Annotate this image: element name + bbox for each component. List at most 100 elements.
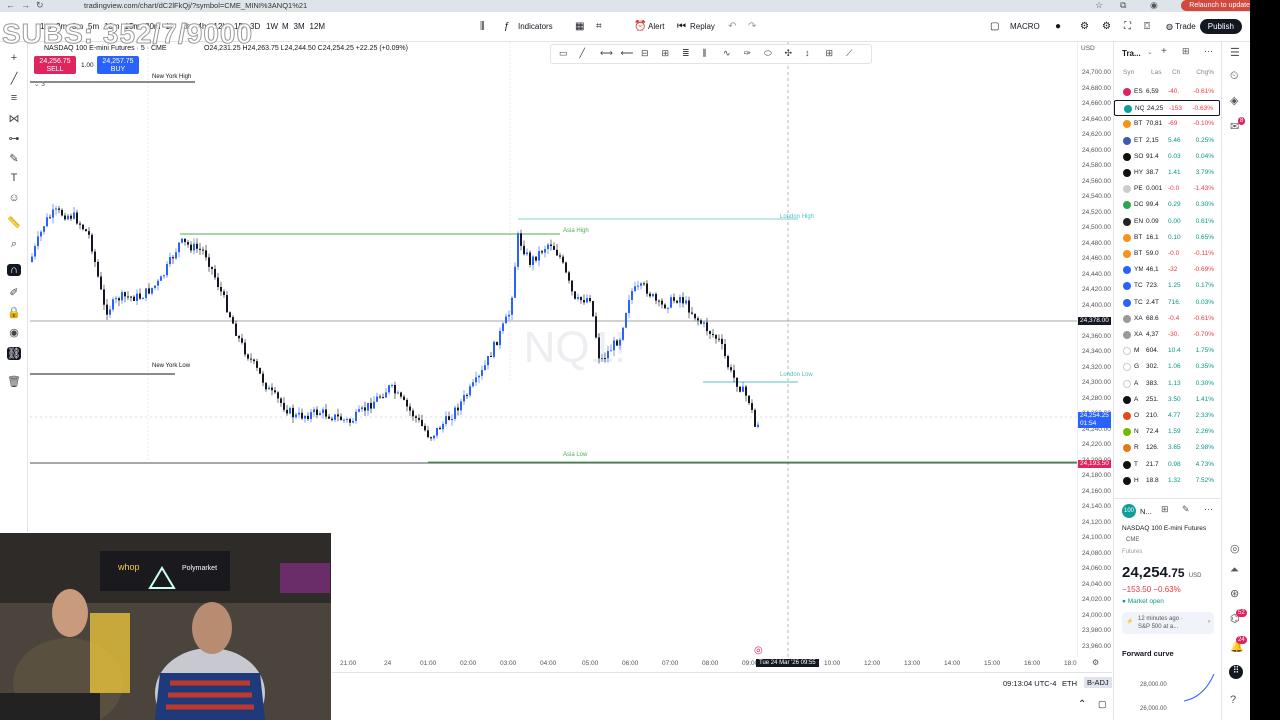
adjustment-toggle[interactable]: B-ADJ	[1084, 677, 1112, 688]
watchlist-row[interactable]: NQ 24,25 -153 -0.63%	[1114, 100, 1220, 117]
currency-label[interactable]: USD	[1081, 45, 1095, 52]
brush-icon[interactable]: ✎	[7, 152, 21, 165]
watchlist-row[interactable]: N 72.4 1.59 2.26%	[1114, 424, 1220, 440]
measure-icon[interactable]: ⟋	[846, 48, 852, 59]
watchlist-row[interactable]: XA 4,37 -30. -0.70%	[1114, 327, 1220, 343]
detail-symbol-short[interactable]: N...	[1140, 507, 1152, 516]
watchlist-row[interactable]: TC 723. 1.25 0.17%	[1114, 278, 1220, 294]
vertical-lines-icon[interactable]: ⫼	[703, 48, 707, 59]
zoom-icon[interactable]: ⌕	[7, 238, 21, 251]
trash-icon[interactable]: 🗑	[7, 375, 21, 388]
indicators-button[interactable]: Indicators	[518, 22, 553, 31]
replay-button[interactable]: Replay	[690, 22, 715, 31]
asia-high-label[interactable]: Asia High	[563, 228, 589, 234]
watchlist-icon[interactable]: ☰	[1230, 46, 1240, 59]
pen-icon[interactable]: ✑	[744, 48, 752, 59]
watchlist-row[interactable]: G 302. 1.06 0.35%	[1114, 359, 1220, 375]
forward-curve-title[interactable]: Forward curve	[1122, 649, 1174, 658]
channel-icon[interactable]: ⊟	[641, 48, 649, 59]
profile-icon[interactable]: ◉	[1150, 0, 1158, 11]
fib-icon[interactable]: ≡	[7, 92, 21, 104]
alert-button[interactable]: Alert	[648, 22, 664, 31]
alert-icon[interactable]: ⏰	[634, 21, 646, 32]
watchlist-row[interactable]: A 251. 3.50 1.41%	[1114, 392, 1220, 408]
gear-icon[interactable]: ⚙	[1102, 21, 1111, 32]
trade-button[interactable]: ◍ Trade	[1166, 22, 1196, 31]
watchlist-row[interactable]: T 21.7 0.98 4.73%	[1114, 457, 1220, 473]
replay-icon[interactable]: ⏮	[677, 21, 686, 32]
watchlist-title[interactable]: Tra...	[1122, 49, 1141, 58]
layout-name[interactable]: MACRO	[1010, 22, 1040, 31]
trendline-icon[interactable]: ╱	[7, 72, 21, 85]
indicators-icon[interactable]: ƒ	[504, 21, 510, 32]
timeframe-3M[interactable]: 3M	[294, 22, 305, 31]
buy-button[interactable]: 24,257.75 BUY	[97, 56, 139, 74]
watchlist-row[interactable]: BT 59.0 -0.0 -0.11%	[1114, 246, 1220, 262]
collapse-icon[interactable]: ⌃	[1078, 699, 1086, 710]
session-toggle[interactable]: ETH	[1062, 679, 1077, 688]
ellipse-icon[interactable]: ⬭	[764, 48, 772, 59]
candle-type-icon[interactable]: ⫼	[480, 21, 485, 32]
detail-layout-icon[interactable]: ⊞	[1161, 504, 1169, 515]
help-icon[interactable]: ?	[1230, 694, 1236, 706]
watchlist-row[interactable]: BT 16.1 0.10 0.65%	[1114, 230, 1220, 246]
template-icon[interactable]: ⌗	[596, 21, 602, 32]
timeframe-M[interactable]: M	[282, 22, 289, 31]
cloud-icon[interactable]: ●	[1055, 21, 1061, 32]
apps-grid-icon[interactable]: ⠿	[1229, 665, 1243, 679]
watchlist-row[interactable]: HY 38.7 1.41 3.79%	[1114, 165, 1220, 181]
magnet-icon[interactable]: ∩	[7, 264, 21, 276]
new-york-low-label[interactable]: New York Low	[152, 363, 191, 369]
sync-icon[interactable]: ⛓	[7, 347, 21, 360]
camera-icon[interactable]: ⌼	[1144, 21, 1150, 32]
watchlist-row[interactable]: O 210. 4.77 2.33%	[1114, 408, 1220, 424]
fullscreen-icon[interactable]: ⛶	[1124, 21, 1131, 32]
axis-settings-icon[interactable]: ⚙	[1092, 658, 1099, 667]
layout-square-icon[interactable]: ▢	[990, 21, 999, 32]
ruler-icon[interactable]: 📏	[7, 216, 21, 229]
asia-low-label[interactable]: Asia Low	[563, 452, 588, 458]
browser-nav-icons[interactable]: ←→↻	[6, 0, 50, 11]
ray-tool-icon[interactable]: ⟷	[600, 48, 613, 59]
col-change[interactable]: Ch	[1172, 69, 1180, 76]
maximize-icon[interactable]: ▢	[1098, 699, 1107, 710]
alerts-clock-icon[interactable]: ⏲	[1230, 70, 1239, 83]
timeframe-1W[interactable]: 1W	[266, 22, 278, 31]
draw-mode-icon[interactable]: ✐	[7, 286, 21, 299]
star-icon[interactable]: ☆	[1095, 0, 1103, 11]
target-icon[interactable]: ◎	[1230, 542, 1240, 555]
price-axis[interactable]: USD 24,700.00 24,680.00 24,660.00 24,640.00…	[1077, 42, 1112, 657]
fib-tool-icon[interactable]: ⊞	[662, 48, 670, 59]
pattern-icon[interactable]: ⋈	[7, 112, 21, 125]
redo-icon[interactable]: ↷	[748, 21, 756, 32]
watchlist-row[interactable]: A 383. 1.13 0.30%	[1114, 376, 1220, 392]
time-axis[interactable]: 21:00 24 01:00 02:00 03:00 04:00 05:00 06:00 07:…	[332, 645, 1099, 671]
col-change-pct[interactable]: Chg%	[1196, 69, 1214, 76]
watchlist-row[interactable]: H 18.8 1.32 7.52%	[1114, 473, 1220, 489]
watchlist-row[interactable]: XA 68.6 -0.4 -0.61%	[1114, 311, 1220, 327]
watchlist-row[interactable]: DO 99.4 0.29 0.30%	[1114, 197, 1220, 213]
watchlist-row[interactable]: EN 0.09 0.00 0.61%	[1114, 214, 1220, 230]
rect-tool-icon[interactable]: ▭	[559, 48, 568, 59]
list-icon[interactable]: ≣	[682, 48, 690, 59]
clock[interactable]: 09:13:04 UTC-4	[1003, 679, 1056, 688]
settings-icon[interactable]: ⚙	[1080, 21, 1089, 32]
watchlist-row[interactable]: ES 6,59 -40. -0.61%	[1114, 84, 1220, 100]
replay-marker-icon[interactable]: ◎	[754, 645, 763, 656]
col-symbol[interactable]: Syn	[1123, 69, 1134, 76]
detail-edit-icon[interactable]: ✎	[1182, 504, 1190, 515]
eye-icon[interactable]: ◉	[7, 326, 21, 339]
watchlist-row[interactable]: TC 2.4T 716. 0.03%	[1114, 295, 1220, 311]
london-high-label[interactable]: London High	[780, 214, 814, 220]
news-card[interactable]: ⚡ 12 minutes ago · S&P 500 at a... ›	[1122, 612, 1214, 634]
extension-icon[interactable]: ⧉	[1120, 0, 1126, 11]
watchlist-row[interactable]: BT 70,81 -69 -0.10%	[1114, 116, 1220, 132]
add-symbol-icon[interactable]: +	[1161, 46, 1167, 57]
brush-tool-icon[interactable]: ╱	[580, 48, 585, 59]
layout-icon[interactable]: ▦	[575, 21, 584, 32]
watchlist-row[interactable]: R 126. 3.65 2.98%	[1114, 440, 1220, 456]
watchlist-row[interactable]: ET 2,15 5.46 0.25%	[1114, 133, 1220, 149]
publish-button[interactable]: Publish	[1199, 19, 1242, 34]
projection-icon[interactable]: ⊶	[7, 132, 21, 145]
watchlist-row[interactable]: SO 91.4 0.03 0.04%	[1114, 149, 1220, 165]
